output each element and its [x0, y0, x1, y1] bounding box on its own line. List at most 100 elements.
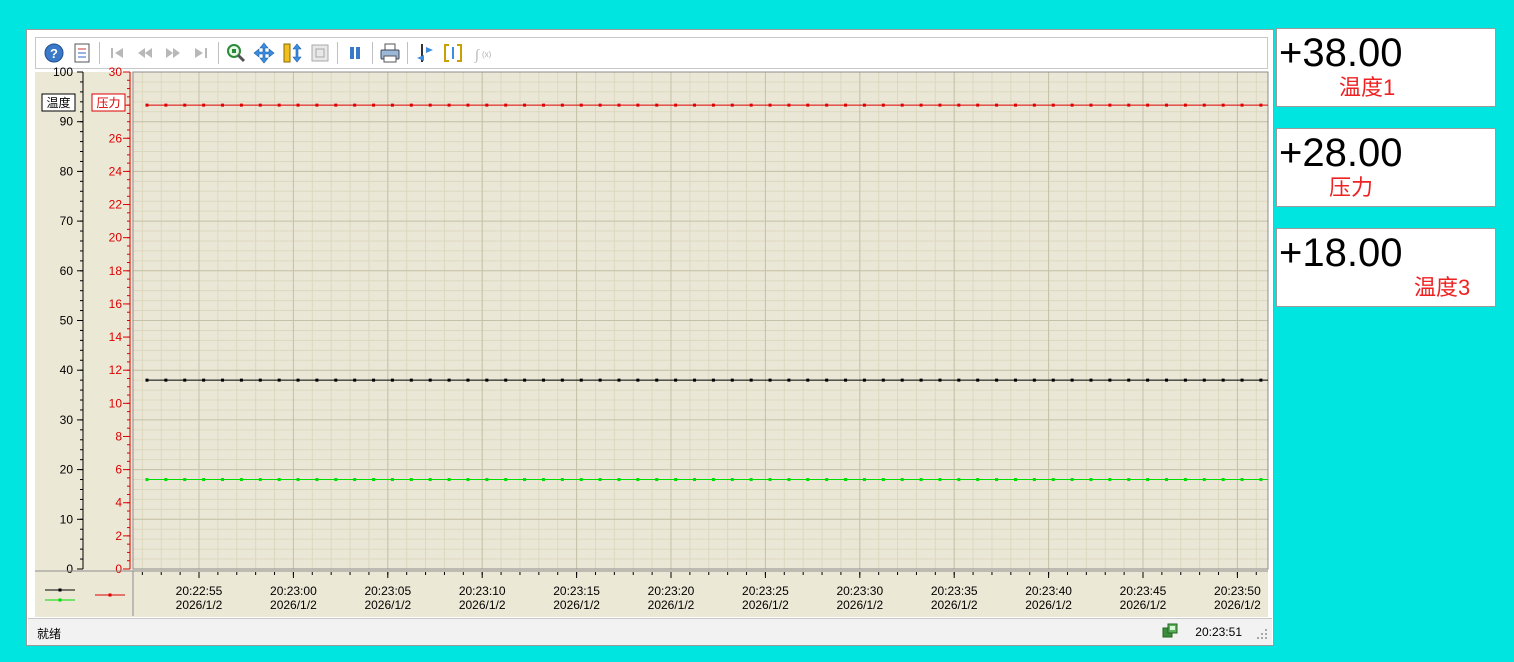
series-point[interactable] — [541, 378, 545, 382]
series-point[interactable] — [787, 378, 791, 382]
series-point[interactable] — [579, 103, 583, 107]
series-point[interactable] — [1146, 378, 1150, 382]
series-point[interactable] — [1221, 103, 1225, 107]
series-point[interactable] — [938, 478, 942, 482]
series-point[interactable] — [145, 478, 149, 482]
series-point[interactable] — [806, 103, 810, 107]
series-point[interactable] — [183, 478, 187, 482]
series-point[interactable] — [976, 478, 980, 482]
series-point[interactable] — [1259, 478, 1263, 482]
series-point[interactable] — [995, 103, 999, 107]
series-point[interactable] — [239, 378, 243, 382]
series-point[interactable] — [409, 478, 413, 482]
series-point[interactable] — [787, 478, 791, 482]
series-point[interactable] — [1202, 378, 1206, 382]
series-point[interactable] — [202, 478, 206, 482]
series-point[interactable] — [428, 478, 432, 482]
series-point[interactable] — [1013, 103, 1017, 107]
series-point[interactable] — [730, 103, 734, 107]
series-point[interactable] — [372, 378, 376, 382]
series-point[interactable] — [862, 103, 866, 107]
series-point[interactable] — [1013, 378, 1017, 382]
series-point[interactable] — [749, 103, 753, 107]
series-point[interactable] — [485, 478, 489, 482]
series-point[interactable] — [202, 103, 206, 107]
series-point[interactable] — [1165, 378, 1169, 382]
series-point[interactable] — [353, 478, 357, 482]
series-point[interactable] — [1259, 103, 1263, 107]
series-point[interactable] — [711, 478, 715, 482]
series-point[interactable] — [693, 478, 697, 482]
series-point[interactable] — [1051, 478, 1055, 482]
series-point[interactable] — [598, 103, 602, 107]
series-point[interactable] — [334, 378, 338, 382]
series-point[interactable] — [145, 378, 149, 382]
series-point[interactable] — [1089, 478, 1093, 482]
series-point[interactable] — [957, 378, 961, 382]
series-point[interactable] — [749, 378, 753, 382]
series-point[interactable] — [409, 103, 413, 107]
series-point[interactable] — [957, 103, 961, 107]
series-point[interactable] — [844, 378, 848, 382]
series-point[interactable] — [485, 378, 489, 382]
series-point[interactable] — [202, 378, 206, 382]
series-point[interactable] — [258, 478, 262, 482]
series-point[interactable] — [1070, 103, 1074, 107]
series-point[interactable] — [372, 478, 376, 482]
series-point[interactable] — [428, 103, 432, 107]
series-point[interactable] — [787, 103, 791, 107]
series-point[interactable] — [693, 103, 697, 107]
series-point[interactable] — [919, 103, 923, 107]
series-point[interactable] — [674, 378, 678, 382]
series-point[interactable] — [900, 478, 904, 482]
series-point[interactable] — [145, 103, 149, 107]
series-point[interactable] — [1051, 378, 1055, 382]
series-point[interactable] — [598, 478, 602, 482]
series-point[interactable] — [636, 103, 640, 107]
series-point[interactable] — [957, 478, 961, 482]
series-point[interactable] — [353, 378, 357, 382]
series-point[interactable] — [183, 103, 187, 107]
series-point[interactable] — [579, 378, 583, 382]
series-point[interactable] — [277, 478, 281, 482]
series-point[interactable] — [447, 378, 451, 382]
series-point[interactable] — [1183, 103, 1187, 107]
series-point[interactable] — [693, 378, 697, 382]
series-point[interactable] — [560, 103, 564, 107]
series-point[interactable] — [806, 478, 810, 482]
series-point[interactable] — [1259, 378, 1263, 382]
series-point[interactable] — [353, 103, 357, 107]
series-point[interactable] — [919, 478, 923, 482]
series-point[interactable] — [221, 478, 225, 482]
series-point[interactable] — [258, 378, 262, 382]
series-point[interactable] — [504, 478, 508, 482]
series-point[interactable] — [315, 378, 319, 382]
series-point[interactable] — [768, 478, 772, 482]
series-point[interactable] — [1108, 103, 1112, 107]
series-point[interactable] — [466, 378, 470, 382]
series-point[interactable] — [504, 378, 508, 382]
series-point[interactable] — [825, 478, 829, 482]
series-point[interactable] — [806, 378, 810, 382]
series-point[interactable] — [164, 378, 168, 382]
series-point[interactable] — [428, 378, 432, 382]
series-point[interactable] — [995, 378, 999, 382]
series-point[interactable] — [919, 378, 923, 382]
series-point[interactable] — [277, 103, 281, 107]
series-point[interactable] — [900, 378, 904, 382]
series-point[interactable] — [938, 378, 942, 382]
series-point[interactable] — [674, 478, 678, 482]
series-point[interactable] — [409, 378, 413, 382]
series-point[interactable] — [221, 378, 225, 382]
series-point[interactable] — [1165, 478, 1169, 482]
series-point[interactable] — [390, 378, 394, 382]
series-point[interactable] — [239, 478, 243, 482]
series-point[interactable] — [296, 378, 300, 382]
series-point[interactable] — [1108, 378, 1112, 382]
series-point[interactable] — [560, 478, 564, 482]
series-point[interactable] — [164, 478, 168, 482]
series-point[interactable] — [844, 103, 848, 107]
resize-grip-icon[interactable] — [1256, 628, 1268, 643]
trend-chart[interactable]: 0102030405060708090100温度0246810121416182… — [27, 30, 1273, 618]
series-point[interactable] — [296, 103, 300, 107]
